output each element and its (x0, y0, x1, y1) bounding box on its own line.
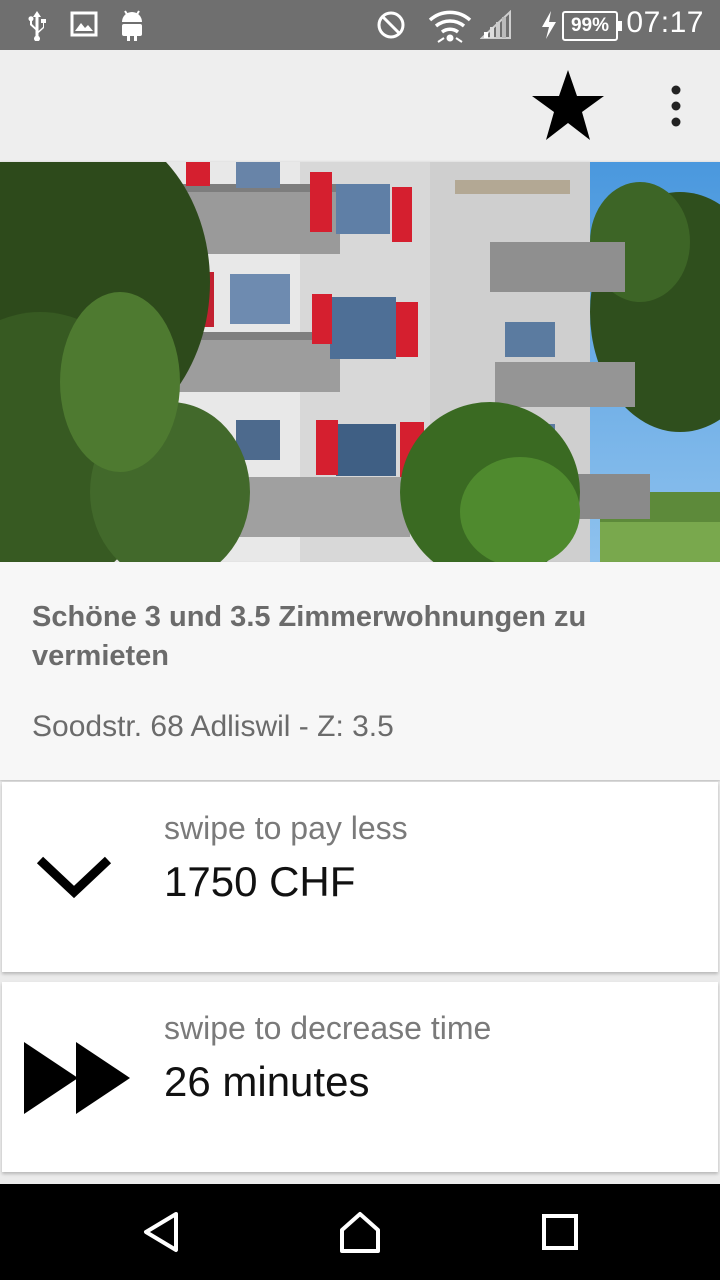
home-icon[interactable] (336, 1208, 384, 1256)
listing-info-card: Schöne 3 und 3.5 Zimmerwohnungen zu verm… (0, 562, 720, 780)
android-icon (122, 10, 142, 41)
fast-forward-icon (24, 1042, 130, 1114)
pay-less-hint: swipe to pay less (164, 810, 408, 846)
overflow-menu-icon[interactable] (656, 80, 696, 132)
chevron-down-icon (36, 856, 112, 899)
star-icon[interactable] (530, 68, 606, 144)
listing-photo (0, 162, 720, 562)
signal-icon (480, 10, 511, 39)
price-value: 1750 CHF (164, 858, 356, 905)
do-not-disturb-icon (377, 11, 405, 39)
decrease-time-hint: swipe to decrease time (164, 1010, 492, 1046)
decrease-time-card[interactable]: swipe to decrease time 26 minutes (2, 982, 718, 1172)
back-icon[interactable] (136, 1208, 184, 1256)
wifi-icon (428, 10, 472, 43)
app-bar (0, 50, 720, 162)
status-bar: 99% 07:17 (0, 0, 720, 50)
pay-less-card[interactable]: swipe to pay less 1750 CHF (2, 782, 718, 972)
battery-level: 99% (562, 11, 622, 41)
usb-icon (28, 11, 46, 41)
listing-address: Soodstr. 68 Adliswil - Z: 3.5 (32, 710, 394, 743)
image-icon (70, 11, 98, 37)
time-value: 26 minutes (164, 1058, 370, 1105)
navigation-bar (0, 1184, 720, 1280)
clock: 07:17 (626, 6, 704, 39)
listing-title: Schöne 3 und 3.5 Zimmerwohnungen zu verm… (32, 601, 587, 672)
charging-icon (542, 11, 556, 39)
recents-icon[interactable] (536, 1208, 584, 1256)
